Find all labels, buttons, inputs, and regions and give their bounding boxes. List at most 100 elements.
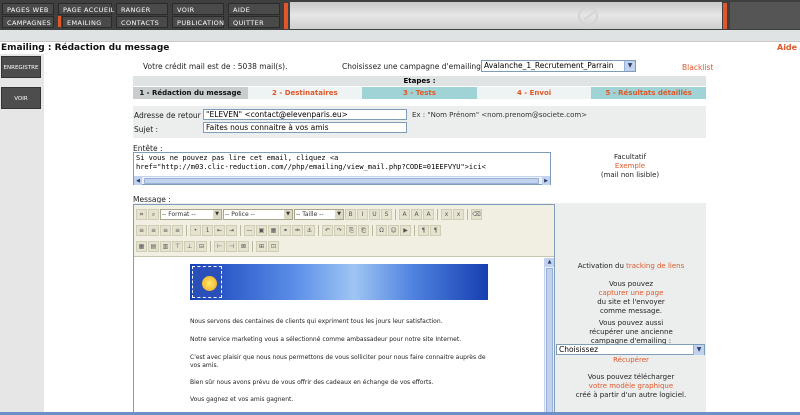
unlink-icon[interactable]: ⚮ <box>292 225 303 236</box>
example-link[interactable]: Exemple <box>585 162 675 171</box>
rtl-icon[interactable]: ¶ <box>430 225 441 236</box>
align-right-icon[interactable]: ≡ <box>160 225 171 236</box>
menu-campagnes[interactable]: CAMPAGNES <box>2 16 54 28</box>
redo-icon[interactable]: ↷ <box>334 225 345 236</box>
delete-row-icon[interactable]: ⊟ <box>196 241 207 252</box>
copy-icon[interactable]: ⎘ <box>346 225 357 236</box>
split-cells-icon[interactable]: ⊞ <box>256 241 267 252</box>
menu-contacts[interactable]: CONTACTS <box>116 16 168 28</box>
download-text-1: Vous pouvez télécharger <box>587 373 675 381</box>
sub-header-strip <box>0 30 800 42</box>
blacklist-link[interactable]: Blacklist <box>682 63 713 72</box>
superscript-icon[interactable]: x <box>453 209 464 220</box>
row-before-icon[interactable]: ⊤ <box>172 241 183 252</box>
delete-col-icon[interactable]: ⊠ <box>238 241 249 252</box>
bold-icon[interactable]: B <box>345 209 356 220</box>
active-menu-marker <box>58 16 61 27</box>
number-list-icon[interactable]: 1 <box>202 225 213 236</box>
highlight-icon[interactable]: A <box>423 209 434 220</box>
menu-ranger[interactable]: RANGER <box>116 3 168 15</box>
anchor-icon[interactable]: ⚓ <box>304 225 315 236</box>
undo-icon[interactable]: ↶ <box>322 225 333 236</box>
image-icon[interactable]: ▣ <box>256 225 267 236</box>
font-color-icon[interactable]: A <box>399 209 410 220</box>
capture-note: Vous pouvez capturer une page du site et… <box>566 280 696 316</box>
step-tests[interactable]: 3 - Tests <box>362 87 477 99</box>
col-after-icon[interactable]: ⊣ <box>226 241 237 252</box>
clean-icon[interactable]: ⌫ <box>471 209 482 220</box>
strike-icon[interactable]: S <box>381 209 392 220</box>
col-before-icon[interactable]: ⊢ <box>214 241 225 252</box>
subscript-icon[interactable]: x <box>441 209 452 220</box>
tracking-link[interactable]: tracking de liens <box>626 262 684 270</box>
menu-pages-web[interactable]: PAGES WEB <box>2 3 54 15</box>
chevron-down-icon[interactable]: ▼ <box>693 345 704 355</box>
left-action-column: ENREGISTRE VOIR <box>0 54 44 415</box>
campaign-label: Choisissez une campagne d'emailing : <box>342 62 486 71</box>
menu-page-accueil[interactable]: PAGE ACCUEIL <box>58 3 114 15</box>
chevron-down-icon[interactable]: ▼ <box>624 61 635 71</box>
media-icon[interactable]: ▶ <box>400 225 411 236</box>
indent-icon[interactable]: ⇥ <box>226 225 237 236</box>
format-select[interactable]: -- Format -- ▼ <box>160 209 222 220</box>
top-menu-bar: PAGES WEB PAGE ACCUEIL RANGER VOIR AIDE … <box>0 0 800 30</box>
subject-input[interactable]: Faites nous connaitre à vos amis <box>203 122 407 133</box>
scroll-thumb[interactable] <box>546 268 553 414</box>
return-address-input[interactable]: "ELEVEN" <contact@elevenparis.eu> <box>203 109 407 120</box>
ltr-icon[interactable]: ¶ <box>418 225 429 236</box>
menu-quitter[interactable]: QUITTER <box>228 16 280 28</box>
download-link[interactable]: votre modèle graphique <box>556 382 706 391</box>
step-resultats[interactable]: 5 - Résultats détaillés <box>591 87 706 99</box>
editor-document[interactable]: Nous servons des centaines de clients qu… <box>134 258 544 414</box>
row-props-icon[interactable]: ▤ <box>148 241 159 252</box>
special-char-icon[interactable]: Ω <box>376 225 387 236</box>
save-button[interactable]: ENREGISTRE <box>1 56 41 78</box>
campaign-select[interactable]: Avalanche_1_Recrutement_Parrain ▼ <box>481 60 636 72</box>
menu-aide[interactable]: AIDE <box>228 3 280 15</box>
bg-color-icon[interactable]: A <box>411 209 422 220</box>
scroll-thumb[interactable] <box>144 178 539 184</box>
italic-icon[interactable]: I <box>357 209 368 220</box>
paste-icon[interactable]: ⎗ <box>358 225 369 236</box>
align-center-icon[interactable]: ≡ <box>148 225 159 236</box>
step-envoi[interactable]: 4 - Envoi <box>476 87 592 99</box>
table-icon[interactable]: ▦ <box>268 225 279 236</box>
underline-icon[interactable]: U <box>369 209 380 220</box>
scroll-right-icon[interactable]: ▶ <box>542 177 550 185</box>
scroll-up-icon[interactable]: ▲ <box>545 258 554 267</box>
table-insert-icon[interactable]: ▦ <box>136 241 147 252</box>
menu-publication[interactable]: PUBLICATION <box>172 16 224 28</box>
link-icon[interactable]: ⚭ <box>280 225 291 236</box>
scroll-left-icon[interactable]: ◀ <box>134 177 142 185</box>
font-select[interactable]: -- Police -- ▼ <box>223 209 293 220</box>
rich-text-editor[interactable]: ⌗ ⌕ -- Format -- ▼ -- Police -- ▼ -- Taill… <box>133 204 555 415</box>
cell-props-icon[interactable]: ▥ <box>160 241 171 252</box>
bullet-list-icon[interactable]: • <box>190 225 201 236</box>
hr-icon[interactable]: — <box>244 225 255 236</box>
sun-icon <box>202 276 217 291</box>
view-button[interactable]: VOIR <box>1 87 41 109</box>
email-banner-image <box>190 264 488 300</box>
size-select[interactable]: -- Taille -- ▼ <box>294 209 344 220</box>
recover-link[interactable]: Récupérer <box>566 356 696 365</box>
menu-emailing[interactable]: EMAILING <box>62 16 112 28</box>
editor-vertical-scrollbar[interactable]: ▲ <box>544 258 554 414</box>
emoticon-icon[interactable]: ☺ <box>388 225 399 236</box>
preview-icon[interactable]: ⌕ <box>148 209 159 220</box>
help-link[interactable]: Aide <box>777 43 797 52</box>
outdent-icon[interactable]: ⇤ <box>214 225 225 236</box>
step-destinataires[interactable]: 2 - Destinataires <box>247 87 363 99</box>
merge-cells-icon[interactable]: ⊡ <box>268 241 279 252</box>
menu-voir[interactable]: VOIR <box>172 3 224 15</box>
toolbar-row-3: ▦ ▤ ▥ ⊤ ⊥ ⊟ ⊢ ⊣ ⊠ ⊞ ⊡ <box>136 240 552 253</box>
old-campaign-select[interactable]: Choisissez ▼ <box>556 344 705 355</box>
optional-text: Facultatif <box>613 153 647 161</box>
step-redaction[interactable]: 1 - Rédaction du message <box>133 87 248 99</box>
row-after-icon[interactable]: ⊥ <box>184 241 195 252</box>
justify-icon[interactable]: ≡ <box>172 225 183 236</box>
source-icon[interactable]: ⌗ <box>136 209 147 220</box>
capture-link[interactable]: capturer une page <box>566 289 696 298</box>
brand-logo-icon <box>578 6 598 26</box>
align-left-icon[interactable]: ≡ <box>136 225 147 236</box>
header-horizontal-scrollbar[interactable]: ◀ ▶ <box>134 176 550 185</box>
